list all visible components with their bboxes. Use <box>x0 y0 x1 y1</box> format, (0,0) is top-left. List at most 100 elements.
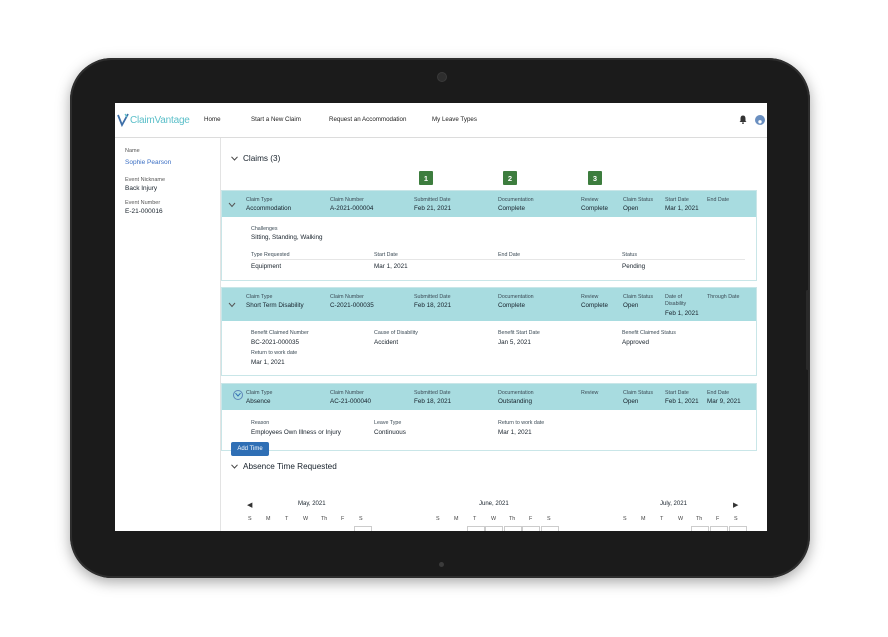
review-value: Complete <box>581 302 608 309</box>
claim-status-value: Open <box>623 205 639 212</box>
detail-start-date-label: Start Date <box>374 252 398 258</box>
submitted-date-label: Submitted Date <box>414 390 451 396</box>
detail-end-date-label: End Date <box>498 252 521 258</box>
claim-status-label: Claim Status <box>623 197 654 203</box>
end-date-value: Mar 9, 2021 <box>707 398 741 405</box>
documentation-value: Complete <box>498 205 525 212</box>
claim-type-label: Claim Type <box>246 294 273 300</box>
benefit-claimed-status-label: Benefit Claimed Status <box>622 330 676 336</box>
weekday-label: F <box>716 516 720 522</box>
claim-card-1: Claim Type Accommodation Claim Number A-… <box>221 190 757 281</box>
nav-home[interactable]: Home <box>204 116 221 123</box>
user-glyph-icon <box>757 120 763 127</box>
weekday-label: S <box>623 516 627 522</box>
calendar-day-cell[interactable] <box>691 526 709 531</box>
chevron-down-icon <box>231 464 238 469</box>
calendar-day-cell[interactable] <box>485 526 503 531</box>
type-requested-value: Equipment <box>251 263 282 270</box>
documentation-label: Documentation <box>498 197 534 203</box>
detail-status-value: Pending <box>622 263 646 270</box>
start-date-label: Start Date <box>665 197 689 203</box>
start-date-value: Mar 1, 2021 <box>665 205 699 212</box>
nav-my-leave-types[interactable]: My Leave Types <box>432 116 477 123</box>
review-label: Review <box>581 294 599 300</box>
claims-title: Claims (3) <box>243 154 281 163</box>
nav-request-accommodation[interactable]: Request an Accommodation <box>329 116 406 123</box>
cause-of-disability-value: Accident <box>374 339 399 346</box>
calendar-day-cell[interactable] <box>467 526 485 531</box>
calendar-day-cell[interactable] <box>354 526 372 531</box>
claim-card-header[interactable]: Claim Type Absence Claim Number AC-21-00… <box>222 384 756 410</box>
calendar-day-cell[interactable] <box>541 526 559 531</box>
nav-start-new-claim[interactable]: Start a New Claim <box>251 116 301 123</box>
app-logo[interactable]: ClaimVantage <box>117 113 190 127</box>
chevron-down-icon <box>231 156 238 161</box>
bell-icon[interactable] <box>739 115 747 124</box>
weekday-label: T <box>473 516 477 522</box>
calendar-day-cell[interactable] <box>710 526 728 531</box>
event-nickname-label: Event Nickname <box>125 177 166 183</box>
return-to-work-label: Return to work date <box>498 420 545 426</box>
logo-text: ClaimVantage <box>130 114 190 126</box>
claim-number-label: Claim Number <box>330 294 364 300</box>
calendar-prev-icon[interactable]: ◀ <box>247 501 252 509</box>
chevron-down-icon[interactable] <box>228 302 236 308</box>
expand-toggle[interactable] <box>233 390 243 400</box>
weekday-label: F <box>341 516 345 522</box>
chevron-down-icon <box>235 392 241 397</box>
submitted-date-label: Submitted Date <box>414 197 451 203</box>
weekday-label: S <box>547 516 551 522</box>
return-to-work-value: Mar 1, 2021 <box>498 429 532 436</box>
calendar-day-cell[interactable] <box>522 526 540 531</box>
date-of-disability-label: Date of Disability <box>665 294 687 307</box>
step-badge-1: 1 <box>419 171 433 185</box>
type-requested-label: Type Requested <box>251 252 290 258</box>
chevron-down-icon[interactable] <box>228 202 236 208</box>
benefit-start-date-label: Benefit Start Date <box>498 330 540 336</box>
user-avatar-icon[interactable] <box>755 115 765 127</box>
calendar-next-icon[interactable]: ▶ <box>733 501 738 509</box>
claim-card-header[interactable]: Claim Type Accommodation Claim Number A-… <box>222 191 756 217</box>
documentation-value: Outstanding <box>498 398 532 405</box>
calendar-month-may: May, 2021 <box>298 501 326 507</box>
return-to-work-value: Mar 1, 2021 <box>251 359 285 366</box>
calendar-month-july: July, 2021 <box>660 501 687 507</box>
calendar-month-june: June, 2021 <box>479 501 509 507</box>
weekday-label: T <box>660 516 664 522</box>
claim-status-label: Claim Status <box>623 294 654 300</box>
event-number-label: Event Number <box>125 200 161 206</box>
end-date-label: End Date <box>707 197 730 203</box>
absence-title: Absence Time Requested <box>243 462 337 471</box>
reason-value: Employees Own Illness or Injury <box>251 429 341 436</box>
name-label: Name <box>125 148 140 154</box>
claim-number-value: C-2021-000035 <box>330 302 374 309</box>
review-value: Complete <box>581 205 608 212</box>
end-date-label: End Date <box>707 390 730 396</box>
claims-section-header[interactable]: Claims (3) <box>231 154 280 163</box>
calendar-day-cell[interactable] <box>729 526 747 531</box>
step-badge-2: 2 <box>503 171 517 185</box>
claim-card-header[interactable]: Claim Type Short Term Disability Claim N… <box>222 288 756 321</box>
add-time-button[interactable]: Add Time <box>231 442 269 456</box>
documentation-value: Complete <box>498 302 525 309</box>
name-value[interactable]: Sophie Pearson <box>125 159 171 166</box>
event-nickname-value: Back Injury <box>125 185 158 192</box>
date-of-disability-value: Feb 1, 2021 <box>665 310 699 317</box>
documentation-label: Documentation <box>498 390 534 396</box>
claim-number-value: A-2021-000004 <box>330 205 374 212</box>
weekday-label: S <box>436 516 440 522</box>
weekday-label: W <box>303 516 309 522</box>
tablet-screen: ClaimVantage Home Start a New Claim Requ… <box>115 103 767 531</box>
weekday-label: Th <box>321 516 328 522</box>
claim-card-2: Claim Type Short Term Disability Claim N… <box>221 287 757 376</box>
weekday-label: T <box>285 516 289 522</box>
calendar-day-cell[interactable] <box>504 526 522 531</box>
through-date-label: Through Date <box>707 294 740 300</box>
weekday-label: W <box>491 516 497 522</box>
logo-mark-icon <box>117 113 129 127</box>
detail-status-label: Status <box>622 252 638 258</box>
step-badge-3: 3 <box>588 171 602 185</box>
absence-section-header[interactable]: Absence Time Requested <box>231 462 337 471</box>
claim-status-value: Open <box>623 302 639 309</box>
reason-label: Reason <box>251 420 270 426</box>
